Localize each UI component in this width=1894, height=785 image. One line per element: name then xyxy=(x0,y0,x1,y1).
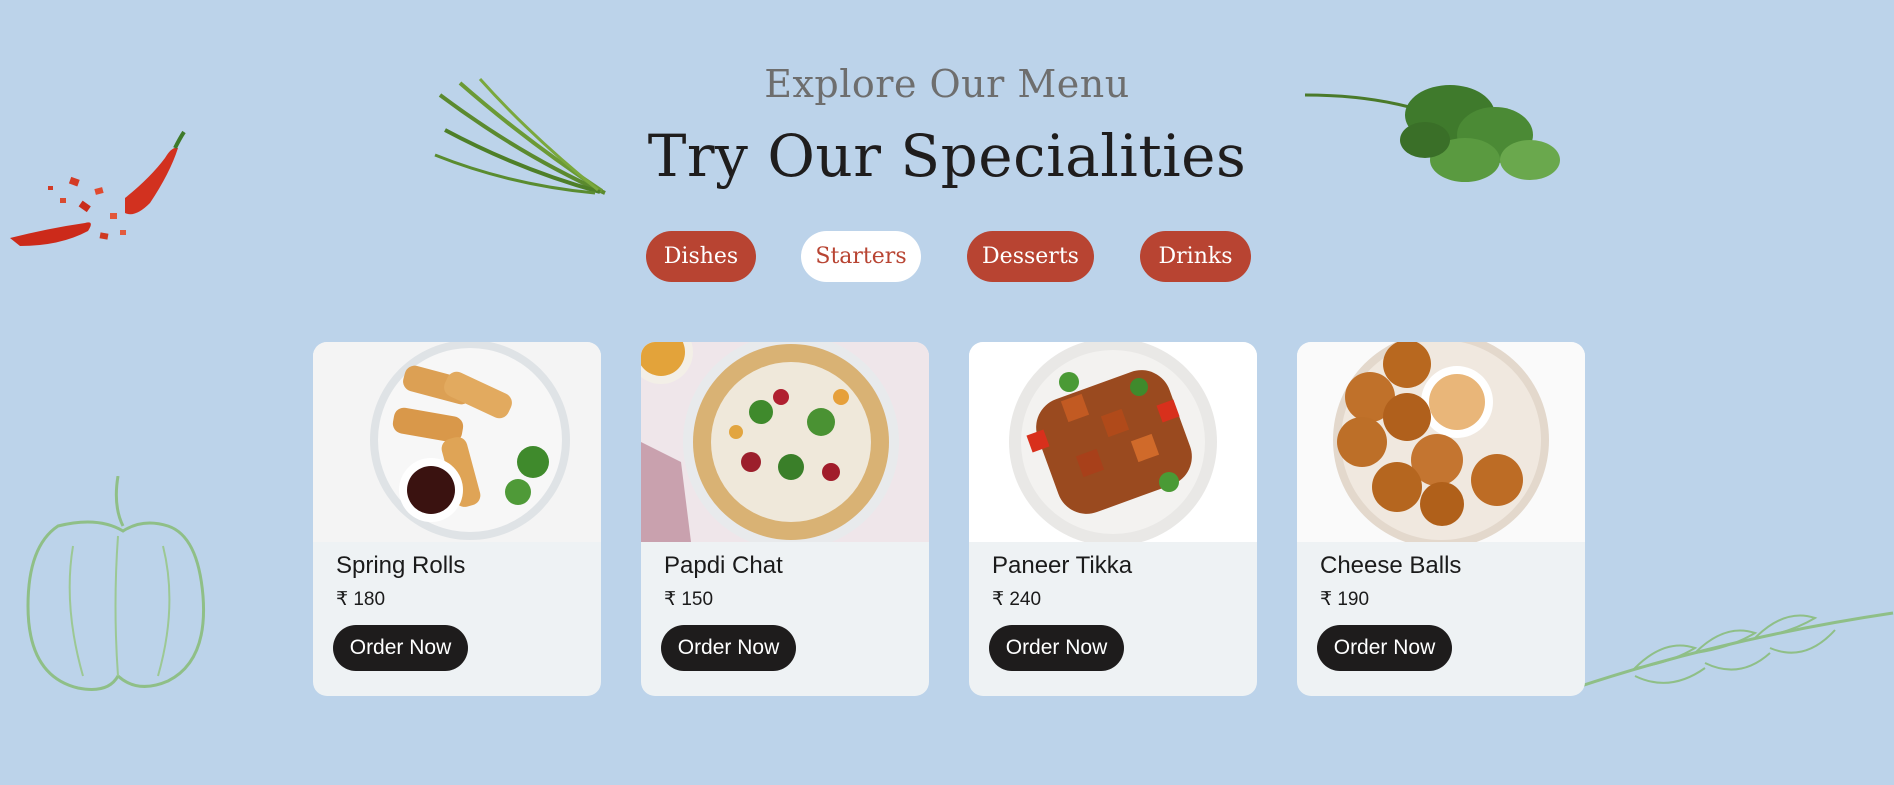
order-now-button[interactable]: Order Now xyxy=(1317,625,1452,671)
cheese-balls-image xyxy=(1297,342,1585,542)
herb-sprig-sketch-icon xyxy=(1575,611,1894,690)
item-price: ₹ 150 xyxy=(664,589,714,610)
paneer-tikka-image xyxy=(969,342,1257,542)
order-now-button[interactable]: Order Now xyxy=(989,625,1124,671)
tab-dishes[interactable]: Dishes xyxy=(646,231,756,282)
category-tabs: Dishes Starters Desserts Drinks xyxy=(0,231,1894,282)
section-subtitle: Explore Our Menu xyxy=(764,62,1130,106)
menu-card-cheese-balls: Cheese Balls ₹ 190 Order Now xyxy=(1297,342,1585,696)
menu-card-paneer-tikka: Paneer Tikka ₹ 240 Order Now xyxy=(969,342,1257,696)
tab-starters[interactable]: Starters xyxy=(801,231,921,282)
order-now-button[interactable]: Order Now xyxy=(333,625,468,671)
order-now-button[interactable]: Order Now xyxy=(661,625,796,671)
spring-rolls-image xyxy=(313,342,601,542)
menu-card-papdi-chat: Papdi Chat ₹ 150 Order Now xyxy=(641,342,929,696)
item-name: Paneer Tikka xyxy=(992,552,1133,579)
tab-desserts[interactable]: Desserts xyxy=(967,231,1094,282)
section-title: Try Our Specialities xyxy=(647,122,1247,190)
item-price: ₹ 180 xyxy=(336,589,386,610)
item-name: Spring Rolls xyxy=(336,552,466,579)
menu-card-spring-rolls: Spring Rolls ₹ 180 Order Now xyxy=(313,342,601,696)
bell-pepper-sketch-icon xyxy=(26,476,206,691)
item-price: ₹ 240 xyxy=(992,589,1042,610)
item-price: ₹ 190 xyxy=(1320,589,1370,610)
item-name: Cheese Balls xyxy=(1320,552,1462,579)
item-name: Papdi Chat xyxy=(664,552,783,579)
papdi-chat-image xyxy=(641,342,929,542)
tab-drinks[interactable]: Drinks xyxy=(1140,231,1251,282)
